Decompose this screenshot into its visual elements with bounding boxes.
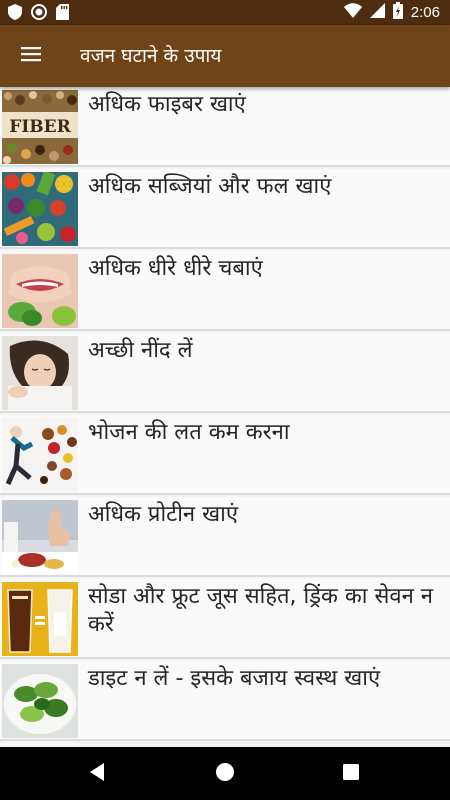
list-item-healthy-eating[interactable]: डाइट न लें - इसके बजाय स्वस्थ खाएं	[0, 661, 450, 741]
app-bar: वजन घटाने के उपाय	[0, 25, 450, 87]
vegetables-thumbnail	[2, 172, 78, 246]
recents-button[interactable]	[336, 759, 366, 789]
status-time: 2:06	[410, 4, 440, 21]
salad-thumbnail	[2, 664, 78, 738]
sd-card-icon	[56, 4, 69, 24]
status-bar: 2:06	[0, 0, 450, 25]
list-item-food-addiction[interactable]: भोजन की लत कम करना	[0, 415, 450, 495]
menu-button[interactable]	[12, 37, 50, 75]
record-icon	[31, 4, 47, 24]
shield-icon	[8, 4, 22, 24]
list-item-fiber[interactable]: FIBER अधिक फाइबर खाएं	[0, 87, 450, 167]
hamburger-menu-icon	[21, 46, 41, 66]
list-item-vegetables-fruits[interactable]: अधिक सब्जियां और फल खाएं	[0, 169, 450, 249]
list-item-label: डाइट न लें - इसके बजाय स्वस्थ खाएं	[88, 666, 381, 691]
fiber-thumbnail: FIBER	[2, 90, 78, 164]
list-item-label: भोजन की लत कम करना	[88, 420, 290, 445]
protein-thumbnail	[2, 500, 78, 574]
list-item-protein[interactable]: अधिक प्रोटीन खाएं	[0, 497, 450, 577]
sleep-thumbnail	[2, 336, 78, 410]
list-item-label: अच्छी नींद लें	[88, 338, 193, 363]
back-button[interactable]	[82, 759, 112, 789]
list-item-good-sleep[interactable]: अच्छी नींद लें	[0, 333, 450, 413]
list-item-label: अधिक धीरे धीरे चबाएं	[88, 256, 263, 281]
back-icon	[88, 762, 106, 786]
home-button[interactable]	[210, 759, 240, 789]
list-item-label: अधिक प्रोटीन खाएं	[88, 502, 238, 527]
chewing-thumbnail	[2, 254, 78, 328]
signal-icon	[369, 3, 385, 22]
page-title: वजन घटाने के उपाय	[80, 45, 222, 67]
list-item-label: सोडा और फ्रूट जूस सहित, ड्रिंक का सेवन न…	[88, 584, 434, 637]
soda-thumbnail	[2, 582, 78, 656]
list-item-label: अधिक फाइबर खाएं	[88, 92, 246, 117]
list-item-chew-slowly[interactable]: अधिक धीरे धीरे चबाएं	[0, 251, 450, 331]
wifi-icon	[343, 3, 362, 22]
tips-list: FIBER अधिक फाइबर खाएं अधिक सब्जियां और फ…	[0, 87, 450, 747]
home-icon	[215, 762, 235, 786]
battery-icon	[392, 2, 403, 23]
food-addiction-thumbnail	[2, 418, 78, 492]
recents-icon	[342, 763, 360, 785]
list-item-no-soda[interactable]: सोडा और फ्रूट जूस सहित, ड्रिंक का सेवन न…	[0, 579, 450, 659]
navigation-bar	[0, 747, 450, 800]
list-item-label: अधिक सब्जियां और फल खाएं	[88, 174, 332, 199]
fiber-thumbnail-text: FIBER	[9, 117, 71, 137]
